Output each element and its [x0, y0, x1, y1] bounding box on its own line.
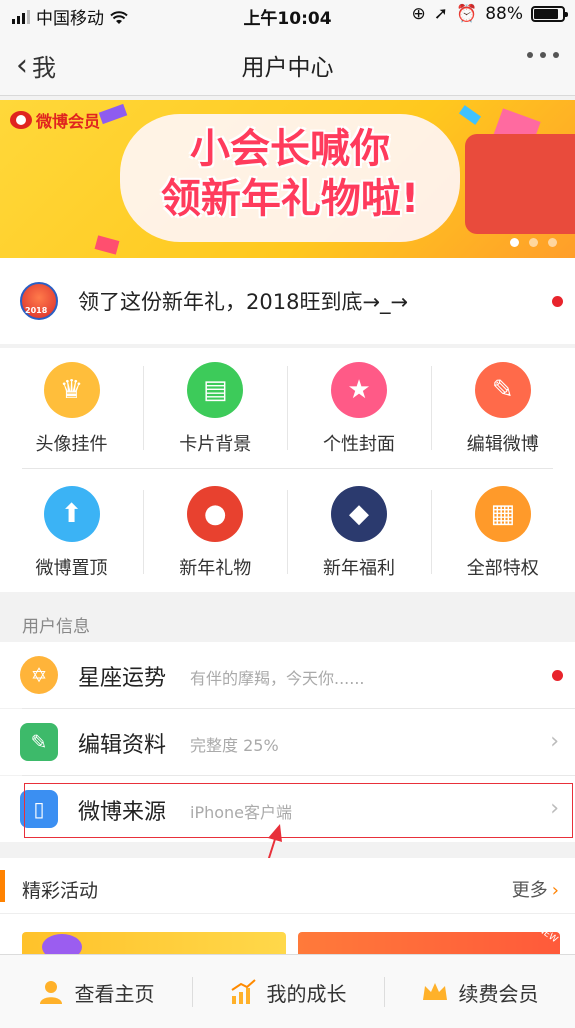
promo-banner[interactable]: 微博会员 小会长喊你 领新年礼物啦!	[0, 100, 575, 258]
shirt-icon: ★	[331, 362, 387, 418]
privilege-label: 微博置顶	[35, 558, 108, 579]
unread-dot	[552, 670, 563, 681]
section-header-user-info: 用户信息	[0, 598, 575, 642]
section-title: 精彩活动	[22, 880, 99, 902]
notice-row[interactable]: 领了这份新年礼，2018旺到底→_→	[0, 258, 575, 344]
chevron-right-icon: ›	[550, 729, 559, 754]
weibo-vip-logo: 微博会员	[10, 108, 100, 132]
new-year-mascot-icon	[20, 282, 58, 320]
growth-chart-icon	[230, 979, 256, 1004]
list-item-horoscope[interactable]: ✡ 星座运势 有伴的摩羯，今天你......	[0, 642, 575, 708]
carousel-dot	[548, 238, 557, 247]
nav-bar: ‹ 我 用户中心	[0, 30, 575, 96]
new-year-gift-icon: ●	[187, 486, 244, 542]
person-icon	[39, 981, 62, 1004]
more-options-icon[interactable]	[527, 52, 559, 58]
carousel-dot	[529, 238, 538, 247]
privilege-item[interactable]: ◆ 新年福利	[288, 472, 431, 590]
privilege-label: 编辑微博	[466, 434, 539, 455]
privilege-item[interactable]: ▦ 全部特权	[431, 472, 574, 590]
privilege-label: 全部特权	[466, 558, 539, 579]
carousel-dot	[510, 238, 519, 247]
new-year-bonus-icon: ◆	[331, 486, 387, 542]
edit-profile-icon: ✎	[20, 723, 58, 761]
privilege-item[interactable]: ⬆ 微博置顶	[0, 472, 143, 590]
status-right: ⊕ ➚ ⏰ 88%	[411, 4, 568, 24]
row-subtitle: 完整度 25%	[190, 736, 279, 755]
privilege-item[interactable]: ♛ 头像挂件	[0, 348, 143, 466]
arrow-up-icon: ⬆	[43, 486, 100, 542]
rotation-lock-icon: ⊕	[411, 4, 426, 24]
grid-icon: ▦	[474, 486, 531, 542]
crown-icon: ♛	[43, 362, 100, 418]
row-subtitle: 有伴的摩羯，今天你......	[190, 669, 365, 688]
row-title: 编辑资料	[78, 733, 167, 758]
privilege-item[interactable]: ▤ 卡片背景	[144, 348, 287, 466]
carousel-indicator	[510, 238, 557, 247]
list-item-edit-profile[interactable]: ✎ 编辑资料 完整度 25% ›	[0, 709, 575, 775]
notice-text: 领了这份新年礼，2018旺到底→_→	[78, 290, 409, 314]
status-bar: 中国移动 上午10:04 ⊕ ➚ ⏰ 88%	[0, 0, 575, 30]
pencil-icon: ✎	[474, 362, 531, 418]
annotation-highlight-box	[24, 783, 573, 838]
card-icon: ▤	[187, 362, 244, 418]
location-icon: ➚	[433, 4, 449, 24]
gift-box-icon	[465, 134, 575, 234]
activities-area	[0, 914, 575, 954]
privilege-item[interactable]: ● 新年礼物	[144, 472, 287, 590]
banner-headline: 小会长喊你 领新年礼物啦!	[160, 126, 420, 222]
bottom-tab-bar: 查看主页 我的成长 续费会员	[0, 954, 575, 1028]
privilege-label: 头像挂件	[35, 434, 108, 455]
page-title: 用户中心	[241, 55, 334, 81]
row-title: 星座运势	[78, 666, 167, 691]
privilege-item[interactable]: ★ 个性封面	[288, 348, 431, 466]
activity-card[interactable]	[22, 932, 286, 954]
battery-icon	[531, 6, 568, 22]
tab-my-growth[interactable]: 我的成长	[192, 955, 383, 1028]
privilege-label: 卡片背景	[179, 434, 252, 455]
privilege-label: 个性封面	[323, 434, 395, 455]
alarm-icon: ⏰	[456, 4, 478, 24]
privilege-grid: ♛ 头像挂件 ▤ 卡片背景 ★ 个性封面 ✎ 编辑微博 ⬆ 微博置顶 ● 新年礼物 ◆ 新年福利 ▦ 全部特权	[0, 348, 575, 592]
privilege-item[interactable]: ✎ 编辑微博	[431, 348, 574, 466]
tab-renew-membership[interactable]: 续费会员	[384, 955, 575, 1028]
privilege-label: 新年礼物	[179, 558, 252, 579]
weibo-logo-icon	[10, 111, 32, 129]
activity-card[interactable]	[298, 932, 560, 954]
tab-view-homepage[interactable]: 查看主页	[0, 955, 191, 1028]
activities-header: 精彩活动 更多 ›	[0, 858, 575, 914]
chevron-right-icon: ›	[551, 880, 559, 901]
crown-icon	[422, 983, 447, 1000]
battery-percent: 88%	[485, 4, 523, 24]
privilege-label: 新年福利	[323, 558, 395, 579]
unread-dot	[552, 296, 563, 307]
star-sign-icon: ✡	[20, 656, 58, 694]
more-link[interactable]: 更多 ›	[512, 876, 559, 902]
